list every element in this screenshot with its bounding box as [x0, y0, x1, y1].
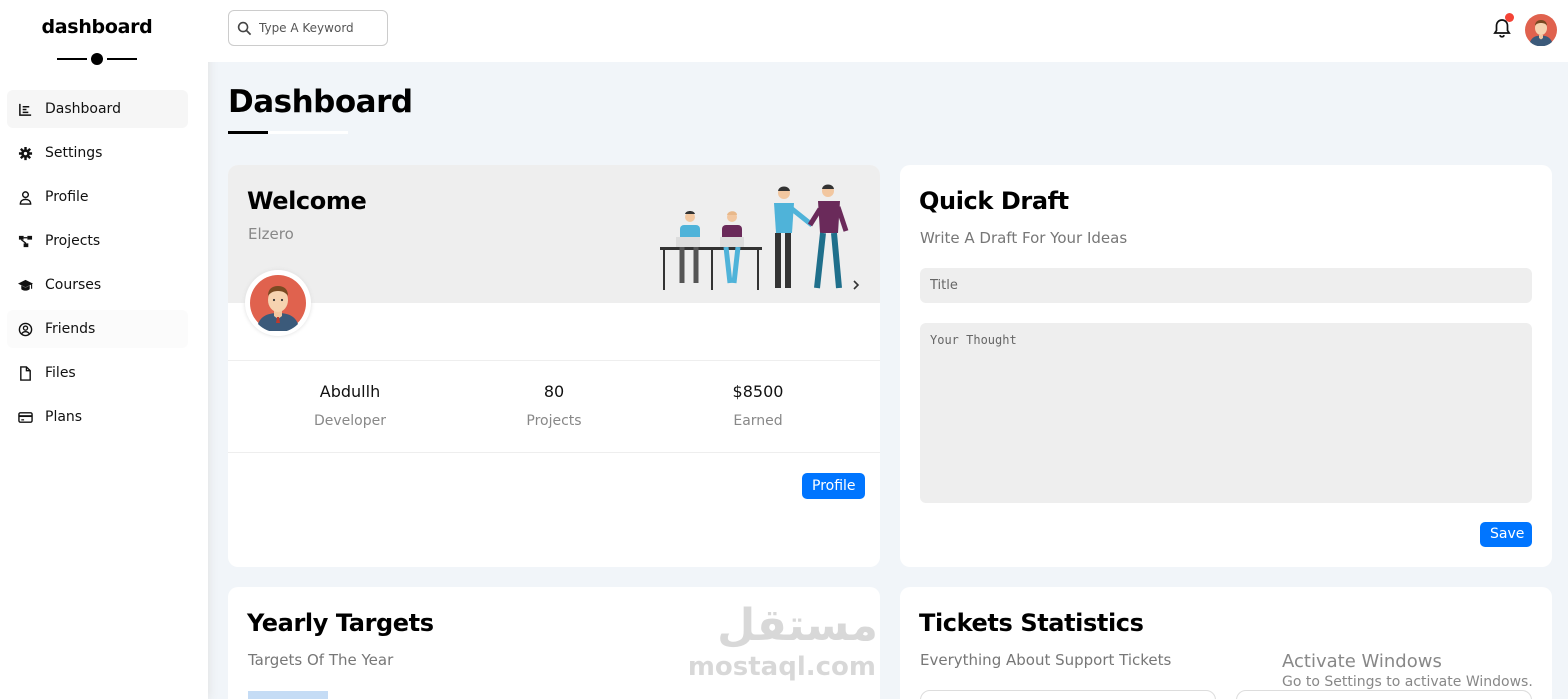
user-avatar[interactable]: [1525, 14, 1557, 46]
welcome-card: Welcome Elzero Abdullh Developer 80 Proj…: [228, 165, 880, 567]
page-title-underline: [228, 131, 348, 134]
notification-badge: [1505, 13, 1514, 22]
sidebar-item-profile[interactable]: Profile: [7, 178, 188, 216]
stat-label: Earned: [733, 413, 783, 429]
divider: [228, 452, 880, 453]
watermark-arabic: مستقل: [717, 600, 878, 651]
ticket-stat-box: [920, 690, 1216, 699]
top-bar: [208, 0, 1568, 62]
stat-label: Developer: [313, 413, 386, 429]
sidebar-item-settings[interactable]: Settings: [7, 134, 188, 172]
chart-icon: [19, 103, 32, 116]
graduation-cap-icon: [18, 279, 33, 291]
activate-subtitle: Go to Settings to activate Windows.: [1282, 674, 1533, 690]
welcome-subtitle: Elzero: [248, 225, 294, 243]
credit-card-icon: [18, 411, 33, 423]
activate-title: Activate Windows: [1282, 651, 1442, 672]
sidebar-item-label: Dashboard: [45, 101, 121, 117]
profile-avatar: [245, 270, 311, 336]
brand-title: dashboard: [41, 16, 153, 38]
sidebar-item-label: Files: [45, 365, 76, 381]
sidebar-item-plans[interactable]: Plans: [7, 398, 188, 436]
page-title: Dashboard: [228, 84, 413, 120]
user-icon: [19, 190, 32, 205]
search-icon: [237, 21, 252, 35]
file-icon: [20, 365, 31, 381]
quick-draft-card: Quick Draft Write A Draft For Your Ideas…: [900, 165, 1552, 567]
sidebar-item-courses[interactable]: Courses: [7, 266, 188, 304]
stat-earned: $8500 Earned: [678, 382, 838, 429]
sidebar-item-label: Profile: [45, 189, 89, 205]
sidebar-nav: Dashboard Settings Profile Projects Cour…: [7, 90, 188, 442]
card-title: Yearly Targets: [247, 609, 434, 637]
card-subtitle: Everything About Support Tickets: [920, 651, 1172, 669]
search-box[interactable]: [228, 10, 388, 46]
stat-label: Projects: [526, 413, 582, 429]
sidebar-item-files[interactable]: Files: [7, 354, 188, 392]
stat-name: Abdullh Developer: [270, 382, 430, 429]
draft-thought-textarea[interactable]: [920, 323, 1532, 503]
search-input[interactable]: [259, 21, 369, 35]
card-title: Quick Draft: [919, 187, 1069, 215]
welcome-title: Welcome: [247, 187, 367, 215]
card-subtitle: Targets Of The Year: [248, 651, 394, 669]
sidebar-item-friends[interactable]: Friends: [7, 310, 188, 348]
sidebar: dashboard Dashboard Settings Profile Pro…: [0, 0, 208, 699]
stat-projects: 80 Projects: [474, 382, 634, 429]
stat-value: Abdullh: [319, 382, 381, 401]
sidebar-item-projects[interactable]: Projects: [7, 222, 188, 260]
card-title: Tickets Statistics: [919, 609, 1144, 637]
card-subtitle: Write A Draft For Your Ideas: [920, 229, 1128, 247]
divider: [228, 360, 880, 361]
watermark-latin: mostaql.com: [687, 652, 876, 682]
ticket-stat-box: [1236, 690, 1532, 699]
profile-button[interactable]: Profile: [802, 473, 865, 499]
stat-value: 80: [543, 382, 565, 401]
sidebar-item-label: Friends: [45, 321, 96, 337]
watermark: مستقل mostaql.com: [688, 600, 878, 690]
draft-title-input[interactable]: [920, 268, 1532, 303]
sidebar-item-label: Projects: [45, 233, 101, 249]
sidebar-item-label: Settings: [45, 145, 103, 161]
brand-decoration: [57, 52, 137, 66]
sidebar-item-label: Courses: [45, 277, 102, 293]
diagram-icon: [18, 235, 33, 247]
team-illustration: [660, 184, 860, 290]
sidebar-item-label: Plans: [45, 409, 83, 425]
stat-value: $8500: [732, 382, 784, 401]
welcome-header: Welcome Elzero: [228, 165, 880, 303]
save-button[interactable]: Save: [1480, 522, 1532, 547]
target-item: [248, 691, 328, 699]
sidebar-item-dashboard[interactable]: Dashboard: [7, 90, 188, 128]
activate-windows-overlay: Activate Windows Go to Settings to activ…: [1282, 651, 1533, 690]
user-circle-icon: [18, 322, 33, 336]
gear-icon: [18, 146, 33, 160]
